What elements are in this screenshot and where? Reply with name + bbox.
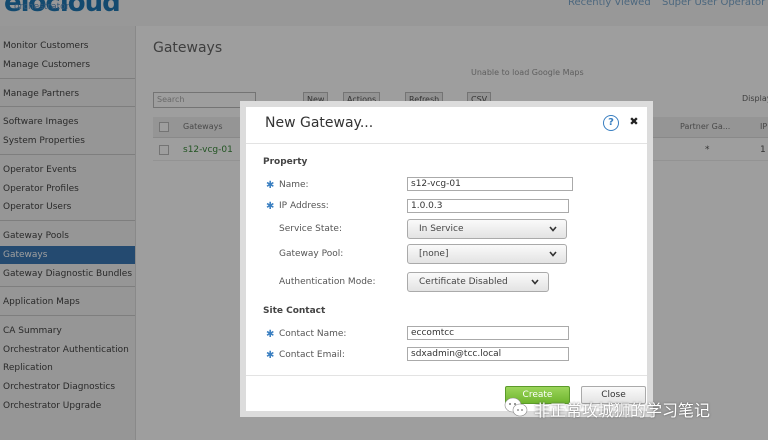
close-icon[interactable]: ✖ [627, 115, 641, 129]
ip-address-input[interactable] [407, 199, 569, 213]
gateway-pool-value: [none] [419, 249, 449, 259]
service-state-label: Service State: [279, 224, 342, 234]
new-gateway-dialog: New Gateway... ? ✖ Property ✱ Name: ✱ IP… [240, 101, 653, 417]
help-icon[interactable]: ? [603, 115, 619, 131]
chevron-down-icon [549, 226, 557, 232]
watermark-text: 非正常攻城狮的学习笔记 [534, 401, 711, 420]
dialog-title: New Gateway... [265, 115, 374, 131]
authentication-mode-select[interactable]: Certificate Disabled [407, 272, 549, 292]
required-marker-icon: ✱ [266, 350, 275, 361]
service-state-select[interactable]: In Service [407, 219, 567, 239]
ip-address-label: IP Address: [279, 201, 329, 211]
authentication-mode-value: Certificate Disabled [419, 277, 508, 287]
wechat-icon [504, 397, 528, 417]
property-section-heading: Property [263, 157, 308, 167]
contact-name-label: Contact Name: [279, 329, 347, 339]
name-label: Name: [279, 180, 309, 190]
required-marker-icon: ✱ [266, 201, 275, 212]
contact-email-label: Contact Email: [279, 350, 345, 360]
chevron-down-icon [549, 251, 557, 257]
gateway-pool-label: Gateway Pool: [279, 249, 344, 259]
gateway-pool-select[interactable]: [none] [407, 244, 567, 264]
name-input[interactable] [407, 177, 573, 191]
site-contact-section-heading: Site Contact [263, 306, 326, 316]
dialog-header-divider [246, 143, 647, 144]
authentication-mode-label: Authentication Mode: [279, 277, 376, 287]
contact-email-input[interactable] [407, 347, 569, 361]
contact-name-input[interactable] [407, 326, 569, 340]
dialog-footer-divider [246, 375, 647, 376]
required-marker-icon: ✱ [266, 329, 275, 340]
watermark: 非正常攻城狮的学习笔记 [500, 392, 768, 424]
required-marker-icon: ✱ [266, 180, 275, 191]
chevron-down-icon [531, 279, 539, 285]
service-state-value: In Service [419, 224, 464, 234]
